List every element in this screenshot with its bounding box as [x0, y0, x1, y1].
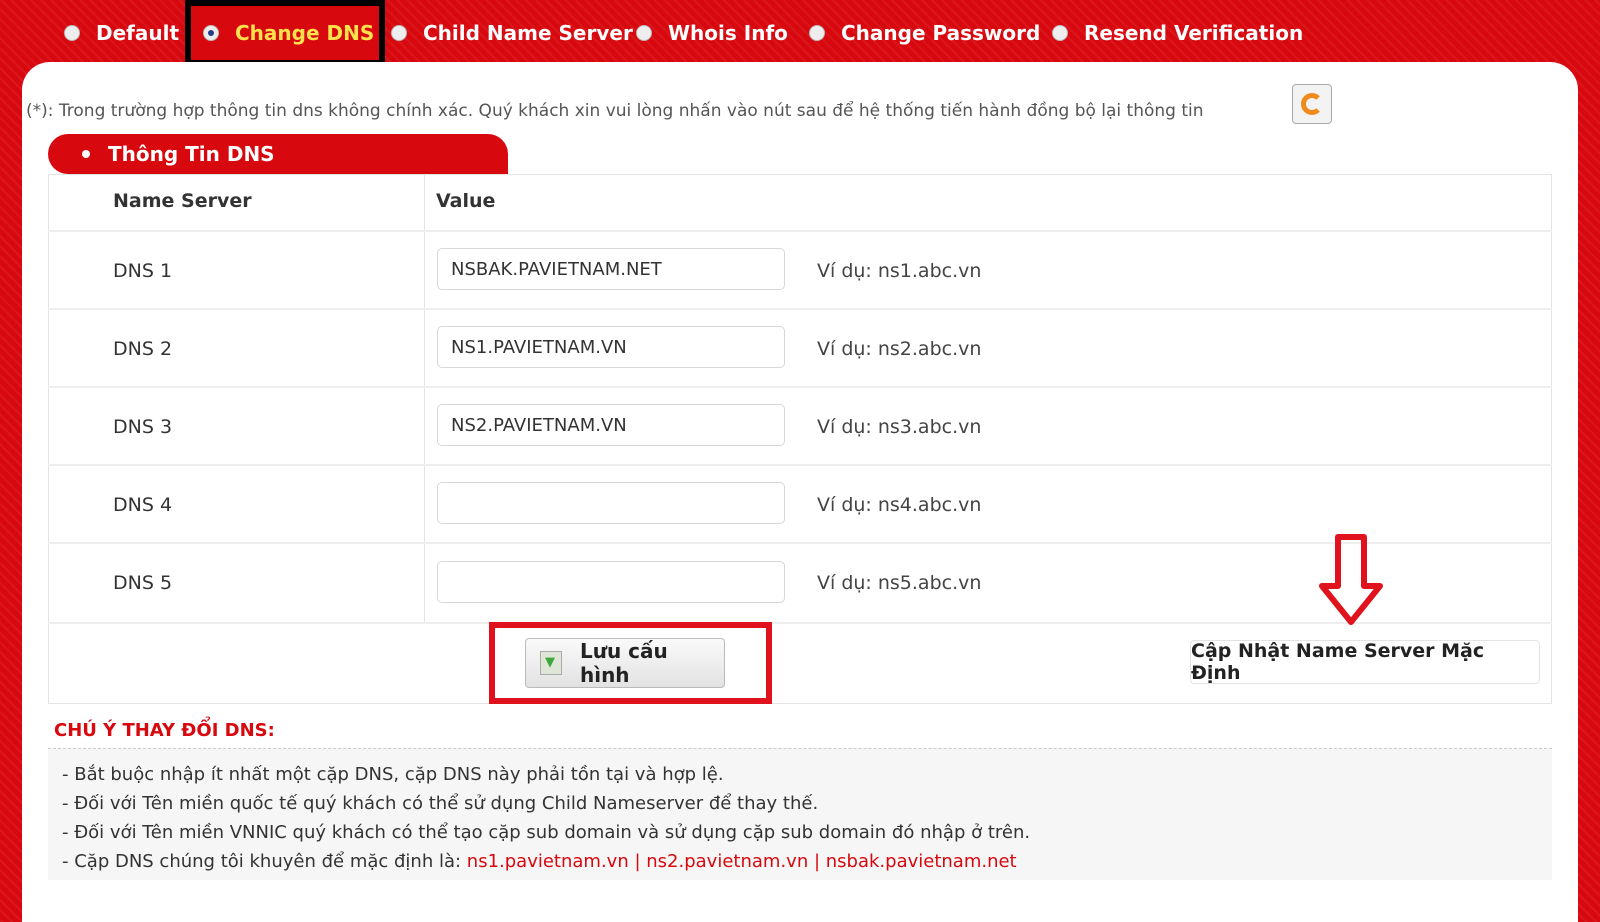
header-name-server: Name Server	[113, 190, 252, 212]
recommended-dns-2: ns2.pavietnam.vn	[646, 851, 809, 872]
save-config-button[interactable]: Lưu cấu hình	[525, 638, 725, 688]
radio-icon	[391, 25, 407, 41]
save-button-label: Lưu cấu hình	[579, 639, 668, 687]
tab-label: Resend Verification	[1084, 21, 1304, 45]
header-value: Value	[436, 190, 496, 212]
dns-4-label: DNS 4	[113, 494, 173, 516]
dns-5-example: Ví dụ: ns5.abc.vn	[817, 572, 982, 594]
row-divider	[48, 464, 1552, 466]
tab-change-dns[interactable]: Change DNS	[203, 0, 374, 66]
update-default-nameserver-button[interactable]: Cập Nhật Name Server Mặc Định	[1190, 640, 1540, 684]
dns-5-label: DNS 5	[113, 572, 173, 594]
row-divider	[48, 308, 1552, 310]
dns-2-example: Ví dụ: ns2.abc.vn	[817, 338, 982, 360]
note-prefix: - Cặp DNS chúng tôi khuyên để mặc định l…	[62, 851, 467, 872]
dns-3-input[interactable]	[437, 404, 785, 446]
note-line-recommended: - Cặp DNS chúng tôi khuyên để mặc định l…	[62, 851, 1017, 872]
tab-label: Change Password	[841, 21, 1041, 45]
dns-1-label: DNS 1	[113, 260, 173, 282]
recommended-dns-3: nsbak.pavietnam.net	[825, 851, 1017, 872]
dns-1-example: Ví dụ: ns1.abc.vn	[817, 260, 982, 282]
radio-icon	[809, 25, 825, 41]
dns-1-input[interactable]	[437, 248, 785, 290]
tab-bar: Default Change DNS Child Name Server Who…	[0, 0, 1600, 66]
dns-3-label: DNS 3	[113, 416, 173, 438]
tab-label: Child Name Server	[423, 21, 633, 45]
dns-3-example: Ví dụ: ns3.abc.vn	[817, 416, 982, 438]
tab-label: Whois Info	[668, 21, 788, 45]
section-header: Thông Tin DNS	[48, 134, 508, 174]
note-line: - Đối với Tên miền quốc tế quý khách có …	[62, 793, 819, 814]
dns-4-input[interactable]	[437, 482, 785, 524]
separator: |	[808, 851, 826, 872]
tab-default[interactable]: Default	[64, 0, 179, 66]
tab-child-name-server[interactable]: Child Name Server	[391, 0, 633, 66]
notes-title: CHÚ Ý THAY ĐỔI DNS:	[54, 720, 275, 741]
tab-resend-verification[interactable]: Resend Verification	[1052, 0, 1303, 66]
row-divider	[48, 230, 1552, 232]
note-line: - Đối với Tên miền VNNIC quý khách có th…	[62, 822, 1031, 843]
bullet-icon	[82, 150, 90, 158]
radio-icon	[1052, 25, 1068, 41]
tab-label: Change DNS	[235, 21, 375, 45]
dns-4-example: Ví dụ: ns4.abc.vn	[817, 494, 982, 516]
tab-label: Default	[96, 21, 180, 45]
radio-icon	[203, 25, 219, 41]
row-divider	[48, 386, 1552, 388]
dns-2-input[interactable]	[437, 326, 785, 368]
refresh-button[interactable]	[1292, 84, 1332, 124]
sync-notice: (*): Trong trường hợp thông tin dns khôn…	[26, 101, 1204, 121]
tab-change-password[interactable]: Change Password	[809, 0, 1040, 66]
note-line: - Bắt buộc nhập ít nhất một cặp DNS, cặp…	[62, 764, 724, 785]
dns-2-label: DNS 2	[113, 338, 173, 360]
separator: |	[628, 851, 647, 872]
radio-icon	[636, 25, 652, 41]
tab-whois-info[interactable]: Whois Info	[636, 0, 788, 66]
recommended-dns-1: ns1.pavietnam.vn	[466, 851, 629, 872]
column-divider	[424, 174, 425, 624]
down-arrow-icon	[1319, 534, 1383, 625]
save-icon	[540, 651, 562, 675]
refresh-icon	[1301, 93, 1323, 115]
radio-icon	[64, 25, 80, 41]
section-title: Thông Tin DNS	[108, 142, 275, 166]
dns-5-input[interactable]	[437, 561, 785, 603]
